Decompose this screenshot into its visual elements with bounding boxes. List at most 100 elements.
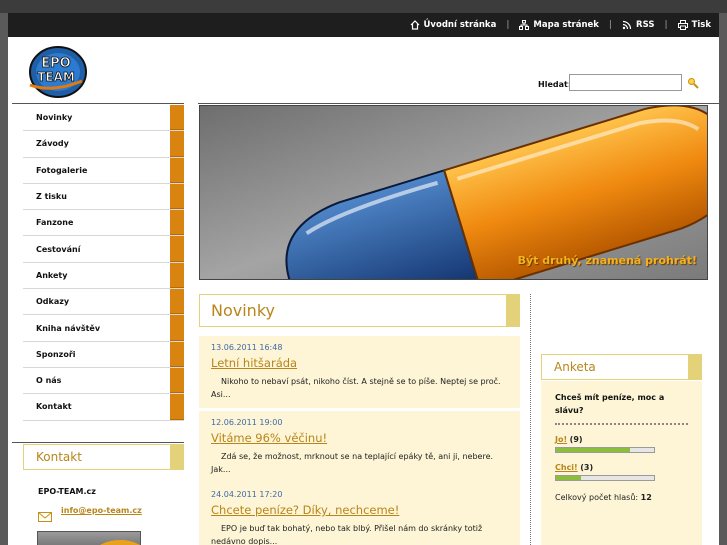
poll-box: Chceš mít peníze, moc a slávu? Jo! (9) C…	[541, 381, 702, 545]
epo-team-logo[interactable]: EPO TEAM	[22, 45, 88, 99]
nav-item-kontakt[interactable]: Kontakt	[23, 394, 184, 421]
poll-answer-label: Jo! (9)	[555, 435, 688, 444]
post-excerpt: Zdá se, že možnost, mrknout se na teplaj…	[211, 452, 494, 474]
news-post: 12.06.2011 19:00 Vitáme 96% věčinu! Zdá …	[199, 411, 520, 483]
poll-question: Chceš mít peníze, moc a slávu?	[555, 393, 665, 415]
top-bar: Úvodní stránka | Mapa stránek | RSS | Ti…	[8, 13, 719, 37]
email-link[interactable]: info@epo-team.cz	[61, 506, 142, 515]
contact-heading-text: Kontakt	[36, 450, 82, 464]
poll-heading: Anketa	[541, 354, 702, 380]
heading-tab	[170, 444, 184, 470]
nav-tab	[170, 183, 184, 210]
nav-tab	[170, 341, 184, 367]
nav-tab	[170, 289, 184, 315]
sitemap-icon	[519, 20, 530, 30]
top-links: Úvodní stránka | Mapa stránek | RSS | Ti…	[410, 13, 711, 37]
news-heading-text: Novinky	[211, 301, 275, 320]
nav-item-label: O nás	[36, 376, 62, 386]
poll-answer-bar-fill	[556, 448, 630, 452]
nav-item-label: Kontakt	[36, 402, 72, 412]
nav-tab	[170, 315, 184, 341]
search-label: Hledat:	[538, 80, 572, 89]
news-post: 13.06.2011 16:48 Letní hitšaráda Nikoho …	[199, 336, 520, 408]
divider	[198, 103, 719, 104]
contact-image	[37, 531, 141, 545]
nav-item-sponzori[interactable]: Sponzoři	[23, 341, 184, 368]
nav-item-z-tisku[interactable]: Z tisku	[23, 183, 184, 211]
poll-answer: Jo! (9)	[555, 435, 688, 453]
column-separator	[530, 294, 531, 545]
post-date: 12.06.2011 19:00	[211, 418, 283, 427]
nav-item-novinky[interactable]: Novinky	[23, 105, 184, 132]
nav-item-label: Novinky	[36, 113, 73, 123]
nav-item-ankety[interactable]: Ankety	[23, 262, 184, 290]
nav-item-cestovani[interactable]: Cestování	[23, 236, 184, 263]
nav-tab	[170, 367, 184, 394]
poll-answer-bar	[555, 475, 655, 481]
home-icon	[410, 20, 420, 30]
rss-link[interactable]: RSS	[622, 20, 654, 30]
separator: |	[506, 20, 510, 30]
separator: |	[608, 20, 613, 30]
search-button[interactable]	[684, 74, 702, 91]
nav-item-fotogalerie[interactable]: Fotogalerie	[23, 157, 184, 184]
poll-answer-link[interactable]: Jo!	[555, 435, 567, 444]
home-link-label: Úvodní stránka	[423, 20, 497, 30]
nav-tab	[170, 262, 184, 289]
nav-item-label: Ankety	[36, 270, 68, 280]
post-date: 13.06.2011 16:48	[211, 343, 283, 352]
nav-tab	[170, 157, 184, 183]
nav-item-fanzone[interactable]: Fanzone	[23, 210, 184, 237]
post-title-link[interactable]: Chcete peníze? Díky, nechceme!	[211, 503, 508, 517]
poll-answer: Chci! (3)	[555, 463, 688, 481]
contact-heading: Kontakt	[23, 444, 184, 470]
mail-icon	[38, 507, 52, 522]
main-nav: Novinky Závody Fotogalerie Z tisku Fanzo…	[23, 105, 184, 421]
nav-item-label: Kniha návštěv	[36, 323, 101, 333]
banner: Být druhý, znamená prohrát!	[199, 105, 708, 280]
post-title-link[interactable]: Vitáme 96% věčinu!	[211, 431, 508, 445]
print-link[interactable]: Tisk	[677, 20, 711, 30]
heading-tab	[506, 294, 520, 327]
poll-heading-text: Anketa	[554, 360, 596, 374]
print-link-label: Tisk	[691, 20, 711, 30]
nav-item-odkazy[interactable]: Odkazy	[23, 289, 184, 316]
nav-item-label: Z tisku	[36, 192, 67, 202]
post-date: 24.04.2011 17:20	[211, 490, 283, 499]
nav-item-label: Závody	[36, 139, 69, 149]
nav-item-zavody[interactable]: Závody	[23, 131, 184, 158]
logo-text-top: EPO	[41, 56, 70, 71]
poll-answer-bar-fill	[556, 476, 581, 480]
rss-link-label: RSS	[636, 20, 655, 30]
sitemap-link-label: Mapa stránek	[533, 20, 599, 30]
poll-answer-link[interactable]: Chci!	[555, 463, 578, 472]
nav-item-o-nas[interactable]: O nás	[23, 367, 184, 395]
divider	[12, 103, 184, 104]
post-excerpt: Nikoho to nebaví psát, nikoho číst. A st…	[211, 377, 501, 399]
nav-tab	[170, 236, 184, 262]
poll-answer-label: Chci! (3)	[555, 463, 688, 472]
post-excerpt: EPO je buď tak bohatý, nebo tak blbý. Př…	[211, 524, 483, 545]
divider	[12, 442, 184, 443]
poll-answer-count: (3)	[580, 463, 594, 472]
news-heading: Novinky	[199, 294, 520, 327]
nav-item-kniha-navstev[interactable]: Kniha návštěv	[23, 315, 184, 342]
nav-item-label: Fanzone	[36, 218, 74, 228]
news-post: 24.04.2011 17:20 Chcete peníze? Díky, ne…	[199, 483, 520, 545]
nav-tab	[170, 131, 184, 157]
nav-item-label: Odkazy	[36, 297, 70, 307]
home-link[interactable]: Úvodní stránka	[410, 20, 497, 30]
top-strip	[0, 0, 727, 13]
sitemap-link[interactable]: Mapa stránek	[519, 20, 599, 30]
magnifier-icon	[688, 77, 699, 89]
page: EPO TEAM Hledat: Novinky Závody Fotogale…	[8, 37, 719, 545]
nav-item-label: Sponzoři	[36, 349, 76, 359]
nav-tab	[170, 394, 184, 420]
search-input[interactable]	[569, 74, 682, 91]
logo-text-bottom: TEAM	[37, 70, 75, 84]
heading-tab	[688, 354, 702, 380]
post-title-link[interactable]: Letní hitšaráda	[211, 356, 508, 370]
separator: |	[664, 20, 668, 30]
poll-total-count: 12	[640, 493, 652, 502]
poll-answer-count: (9)	[569, 435, 583, 444]
